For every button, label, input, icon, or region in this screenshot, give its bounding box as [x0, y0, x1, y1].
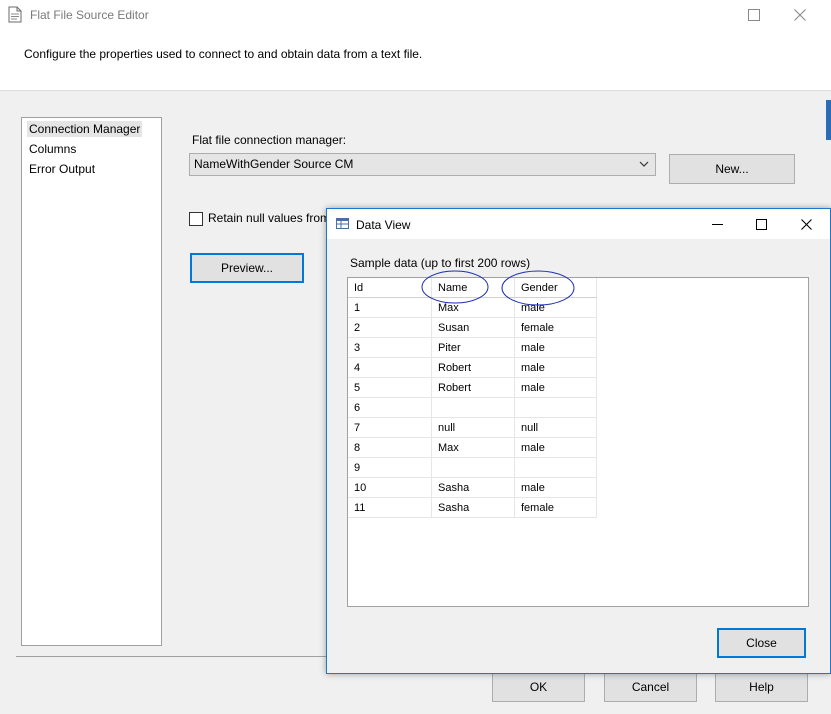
maximize-icon: [755, 218, 767, 230]
column-header-name[interactable]: Name: [431, 278, 515, 298]
cell-id: 6: [348, 397, 432, 418]
cell-name: Sasha: [431, 497, 515, 518]
cell-gender: [514, 397, 597, 418]
chevron-down-icon: [639, 161, 649, 167]
retain-null-label: Retain null values from: [208, 211, 331, 225]
data-view-maximize-button[interactable]: [738, 209, 784, 239]
table-row: 10 Sasha male: [348, 477, 597, 498]
nav-item-columns[interactable]: Columns: [27, 141, 78, 157]
window-title: Flat File Source Editor: [30, 8, 149, 22]
nav-item-connection-manager[interactable]: Connection Manager: [27, 121, 143, 137]
cell-id: 5: [348, 377, 432, 398]
table-row: 1 Max male: [348, 297, 597, 318]
flat-file-source-icon: [8, 6, 22, 23]
connection-manager-dropdown[interactable]: NameWithGender Source CM: [189, 153, 656, 176]
connection-manager-value: NameWithGender Source CM: [194, 157, 354, 171]
table-row: 9: [348, 457, 597, 478]
maximize-icon: [748, 8, 760, 21]
table-row: 5 Robert male: [348, 377, 597, 398]
help-button[interactable]: Help: [715, 672, 808, 702]
cell-name: Susan: [431, 317, 515, 338]
data-grid-icon: [336, 218, 349, 229]
cell-gender: male: [514, 337, 597, 358]
maximize-button[interactable]: [731, 0, 777, 30]
cell-id: 8: [348, 437, 432, 458]
header-row: Id Name Gender: [348, 278, 597, 298]
cell-id: 2: [348, 317, 432, 338]
column-header-id[interactable]: Id: [348, 278, 432, 298]
cell-gender: female: [514, 497, 597, 518]
page-navigation-list: Connection Manager Columns Error Output: [21, 117, 162, 646]
close-icon: [794, 8, 806, 21]
retain-null-checkbox[interactable]: [189, 212, 203, 226]
description-text: Configure the properties used to connect…: [24, 47, 423, 61]
sample-data-label: Sample data (up to first 200 rows): [350, 256, 531, 270]
cell-gender: male: [514, 357, 597, 378]
cell-name: Robert: [431, 357, 515, 378]
nav-item-error-output[interactable]: Error Output: [27, 161, 97, 177]
cell-id: 7: [348, 417, 432, 438]
cell-id: 10: [348, 477, 432, 498]
cell-gender: male: [514, 477, 597, 498]
cell-gender: male: [514, 377, 597, 398]
background-window-edge: [826, 100, 831, 140]
data-view-close-x-button[interactable]: [783, 209, 829, 239]
cell-name: Piter: [431, 337, 515, 358]
cell-id: 1: [348, 297, 432, 318]
cell-name: Sasha: [431, 477, 515, 498]
table-row: 7 null null: [348, 417, 597, 438]
cell-gender: male: [514, 437, 597, 458]
minimize-icon: [711, 223, 723, 225]
cell-name: Robert: [431, 377, 515, 398]
cell-gender: male: [514, 297, 597, 318]
cell-name: Max: [431, 297, 515, 318]
table-row: 4 Robert male: [348, 357, 597, 378]
cell-id: 9: [348, 457, 432, 478]
column-header-gender[interactable]: Gender: [514, 278, 597, 298]
table-row: 6: [348, 397, 597, 418]
cell-id: 11: [348, 497, 432, 518]
data-view-dialog: Data View Sample data (up to first 200 r…: [326, 208, 831, 674]
ok-button[interactable]: OK: [492, 672, 585, 702]
table-row: 8 Max male: [348, 437, 597, 458]
preview-button[interactable]: Preview...: [190, 253, 304, 283]
cell-name: [431, 457, 515, 478]
cell-gender: null: [514, 417, 597, 438]
cell-id: 4: [348, 357, 432, 378]
new-connection-button[interactable]: New...: [669, 154, 795, 184]
close-button[interactable]: Close: [717, 628, 806, 658]
connection-manager-label: Flat file connection manager:: [192, 133, 347, 147]
cell-gender: female: [514, 317, 597, 338]
data-view-minimize-button[interactable]: [694, 209, 740, 239]
table-row: 3 Piter male: [348, 337, 597, 358]
cell-id: 3: [348, 337, 432, 358]
cell-name: [431, 397, 515, 418]
data-grid[interactable]: Id Name Gender 1 Max male 2 Susan female 3 Pi…: [347, 277, 809, 607]
cell-gender: [514, 457, 597, 478]
close-window-button[interactable]: [777, 0, 823, 30]
cancel-button[interactable]: Cancel: [604, 672, 697, 702]
close-icon: [800, 218, 812, 230]
cell-name: null: [431, 417, 515, 438]
table-row: 11 Sasha female: [348, 497, 597, 518]
data-view-title: Data View: [356, 218, 411, 232]
cell-name: Max: [431, 437, 515, 458]
data-table: Id Name Gender 1 Max male 2 Susan female 3 Pi…: [348, 278, 597, 518]
table-row: 2 Susan female: [348, 317, 597, 338]
